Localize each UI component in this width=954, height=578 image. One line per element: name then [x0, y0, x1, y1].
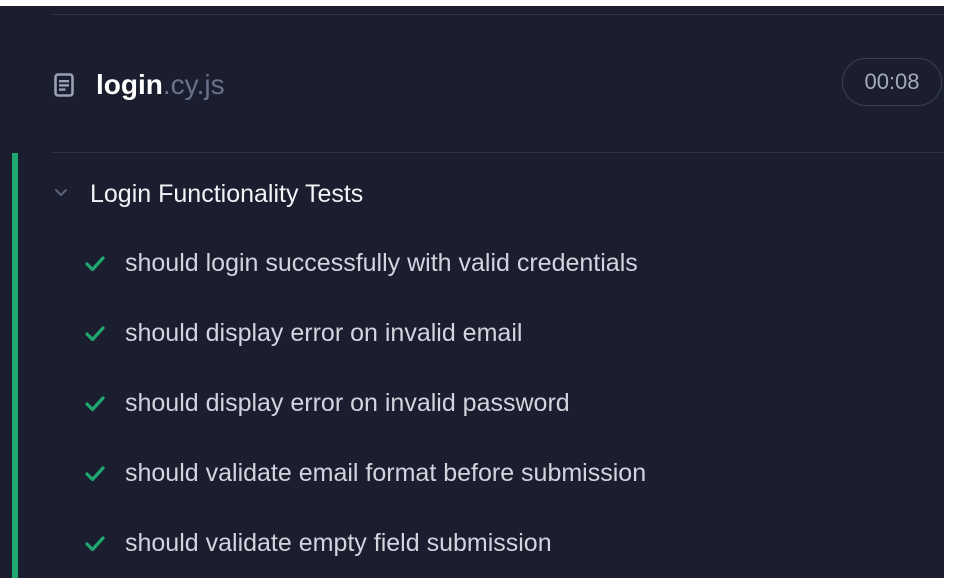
header-divider: [52, 152, 944, 153]
document-icon: [54, 73, 74, 97]
top-divider: [52, 14, 944, 15]
test-list: should login successfully with valid cre…: [0, 232, 944, 578]
spec-file-name[interactable]: login.cy.js: [96, 68, 225, 102]
test-row[interactable]: should display error on invalid email: [0, 302, 944, 372]
test-title: should display error on invalid password: [125, 389, 570, 417]
test-row[interactable]: should login successfully with valid cre…: [0, 232, 944, 302]
check-icon: [85, 326, 105, 342]
test-row[interactable]: should display error on invalid password: [0, 372, 944, 442]
duration-badge: 00:08: [842, 58, 942, 106]
window-edge-top: [0, 0, 954, 6]
spec-file-base: login: [96, 69, 163, 100]
chevron-down-icon[interactable]: [54, 188, 68, 198]
window-edge-right: [944, 0, 954, 578]
check-icon: [85, 466, 105, 482]
suite-title: Login Functionality Tests: [90, 180, 364, 208]
spec-runner-panel: login.cy.js 00:08 Login Functionality Te…: [0, 0, 954, 578]
test-title: should display error on invalid email: [125, 319, 523, 347]
test-row[interactable]: should validate empty field submission: [0, 512, 944, 578]
check-icon: [85, 396, 105, 412]
suite-row[interactable]: Login Functionality Tests: [0, 172, 944, 216]
test-title: should validate empty field submission: [125, 529, 552, 557]
check-icon: [85, 256, 105, 272]
test-title: should validate email format before subm…: [125, 459, 647, 487]
test-title: should login successfully with valid cre…: [125, 249, 638, 277]
spec-file-extension: .cy.js: [162, 69, 225, 100]
test-row[interactable]: should validate email format before subm…: [0, 442, 944, 512]
check-icon: [85, 536, 105, 552]
spec-header[interactable]: login.cy.js 00:08: [0, 50, 944, 130]
